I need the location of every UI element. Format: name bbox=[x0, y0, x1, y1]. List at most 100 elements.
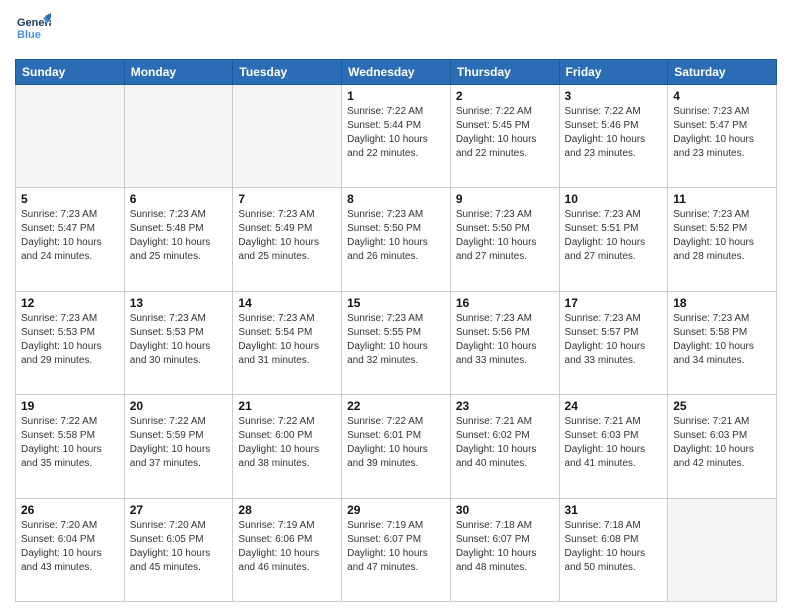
day-info: Sunrise: 7:23 AM Sunset: 5:50 PM Dayligh… bbox=[347, 208, 445, 264]
day-info: Sunrise: 7:23 AM Sunset: 5:49 PM Dayligh… bbox=[238, 208, 336, 264]
calendar-cell bbox=[124, 85, 233, 188]
day-number: 13 bbox=[130, 296, 228, 310]
day-number: 10 bbox=[565, 192, 663, 206]
calendar-week-row: 5Sunrise: 7:23 AM Sunset: 5:47 PM Daylig… bbox=[16, 188, 777, 291]
calendar-cell: 19 Sunrise: 7:22 AM Sunset: 5:58 PM Dayli… bbox=[16, 395, 125, 498]
calendar-day-header: Thursday bbox=[450, 60, 559, 85]
calendar-cell: 23 Sunrise: 7:21 AM Sunset: 6:02 PM Dayli… bbox=[450, 395, 559, 498]
calendar-cell: 14 Sunrise: 7:23 AM Sunset: 5:54 PM Dayli… bbox=[233, 291, 342, 394]
day-number: 14 bbox=[238, 296, 336, 310]
calendar-cell: 5Sunrise: 7:23 AM Sunset: 5:47 PM Daylig… bbox=[16, 188, 125, 291]
calendar-week-row: 1Sunrise: 7:22 AM Sunset: 5:44 PM Daylig… bbox=[16, 85, 777, 188]
day-info: Sunrise: 7:23 AM Sunset: 5:57 PM Dayligh… bbox=[565, 312, 663, 368]
calendar-cell: 13 Sunrise: 7:23 AM Sunset: 5:53 PM Dayli… bbox=[124, 291, 233, 394]
day-info: Sunrise: 7:21 AM Sunset: 6:03 PM Dayligh… bbox=[673, 415, 771, 471]
svg-text:Blue: Blue bbox=[17, 29, 41, 41]
calendar-cell: 15 Sunrise: 7:23 AM Sunset: 5:55 PM Dayli… bbox=[342, 291, 451, 394]
calendar-day-header: Saturday bbox=[668, 60, 777, 85]
day-info: Sunrise: 7:23 AM Sunset: 5:54 PM Dayligh… bbox=[238, 312, 336, 368]
calendar-cell bbox=[233, 85, 342, 188]
day-info: Sunrise: 7:19 AM Sunset: 6:06 PM Dayligh… bbox=[238, 519, 336, 575]
day-number: 27 bbox=[130, 503, 228, 517]
day-info: Sunrise: 7:22 AM Sunset: 5:58 PM Dayligh… bbox=[21, 415, 119, 471]
day-info: Sunrise: 7:20 AM Sunset: 6:05 PM Dayligh… bbox=[130, 519, 228, 575]
day-number: 29 bbox=[347, 503, 445, 517]
calendar-cell: 10 Sunrise: 7:23 AM Sunset: 5:51 PM Dayli… bbox=[559, 188, 668, 291]
calendar-cell: 9 Sunrise: 7:23 AM Sunset: 5:50 PM Daylig… bbox=[450, 188, 559, 291]
day-info: Sunrise: 7:23 AM Sunset: 5:53 PM Dayligh… bbox=[21, 312, 119, 368]
day-info: Sunrise: 7:18 AM Sunset: 6:07 PM Dayligh… bbox=[456, 519, 554, 575]
calendar-day-header: Sunday bbox=[16, 60, 125, 85]
day-number: 1 bbox=[347, 89, 445, 103]
day-number: 28 bbox=[238, 503, 336, 517]
calendar-cell: 20 Sunrise: 7:22 AM Sunset: 5:59 PM Dayli… bbox=[124, 395, 233, 498]
day-number: 30 bbox=[456, 503, 554, 517]
day-info: Sunrise: 7:22 AM Sunset: 6:00 PM Dayligh… bbox=[238, 415, 336, 471]
header: General Blue bbox=[15, 10, 777, 51]
calendar-day-header: Friday bbox=[559, 60, 668, 85]
calendar-cell: 18 Sunrise: 7:23 AM Sunset: 5:58 PM Dayli… bbox=[668, 291, 777, 394]
day-number: 18 bbox=[673, 296, 771, 310]
calendar-cell bbox=[16, 85, 125, 188]
day-info: Sunrise: 7:21 AM Sunset: 6:02 PM Dayligh… bbox=[456, 415, 554, 471]
page: General Blue SundayMondayTuesdayWednesda… bbox=[0, 0, 792, 612]
day-info: Sunrise: 7:22 AM Sunset: 5:59 PM Dayligh… bbox=[130, 415, 228, 471]
calendar-day-header: Monday bbox=[124, 60, 233, 85]
calendar-week-row: 19 Sunrise: 7:22 AM Sunset: 5:58 PM Dayli… bbox=[16, 395, 777, 498]
day-number: 11 bbox=[673, 192, 771, 206]
calendar-cell: 22Sunrise: 7:22 AM Sunset: 6:01 PM Dayli… bbox=[342, 395, 451, 498]
day-info: Sunrise: 7:22 AM Sunset: 5:46 PM Dayligh… bbox=[565, 105, 663, 161]
calendar-week-row: 12 Sunrise: 7:23 AM Sunset: 5:53 PM Dayli… bbox=[16, 291, 777, 394]
calendar-cell: 3 Sunrise: 7:22 AM Sunset: 5:46 PM Daylig… bbox=[559, 85, 668, 188]
calendar-cell: 24 Sunrise: 7:21 AM Sunset: 6:03 PM Dayli… bbox=[559, 395, 668, 498]
day-number: 17 bbox=[565, 296, 663, 310]
day-info: Sunrise: 7:23 AM Sunset: 5:50 PM Dayligh… bbox=[456, 208, 554, 264]
calendar-header-row: SundayMondayTuesdayWednesdayThursdayFrid… bbox=[16, 60, 777, 85]
day-number: 12 bbox=[21, 296, 119, 310]
day-info: Sunrise: 7:23 AM Sunset: 5:48 PM Dayligh… bbox=[130, 208, 228, 264]
day-number: 8 bbox=[347, 192, 445, 206]
calendar-cell: 31Sunrise: 7:18 AM Sunset: 6:08 PM Dayli… bbox=[559, 498, 668, 601]
calendar-cell: 4Sunrise: 7:23 AM Sunset: 5:47 PM Daylig… bbox=[668, 85, 777, 188]
day-info: Sunrise: 7:23 AM Sunset: 5:56 PM Dayligh… bbox=[456, 312, 554, 368]
day-info: Sunrise: 7:23 AM Sunset: 5:53 PM Dayligh… bbox=[130, 312, 228, 368]
day-info: Sunrise: 7:18 AM Sunset: 6:08 PM Dayligh… bbox=[565, 519, 663, 575]
calendar-cell: 29 Sunrise: 7:19 AM Sunset: 6:07 PM Dayli… bbox=[342, 498, 451, 601]
day-number: 5 bbox=[21, 192, 119, 206]
logo: General Blue bbox=[15, 10, 51, 51]
day-info: Sunrise: 7:23 AM Sunset: 5:55 PM Dayligh… bbox=[347, 312, 445, 368]
day-info: Sunrise: 7:23 AM Sunset: 5:52 PM Dayligh… bbox=[673, 208, 771, 264]
day-info: Sunrise: 7:22 AM Sunset: 5:45 PM Dayligh… bbox=[456, 105, 554, 161]
day-number: 3 bbox=[565, 89, 663, 103]
day-info: Sunrise: 7:23 AM Sunset: 5:51 PM Dayligh… bbox=[565, 208, 663, 264]
day-number: 20 bbox=[130, 399, 228, 413]
day-number: 15 bbox=[347, 296, 445, 310]
day-number: 16 bbox=[456, 296, 554, 310]
calendar-day-header: Wednesday bbox=[342, 60, 451, 85]
day-number: 21 bbox=[238, 399, 336, 413]
calendar-cell: 1Sunrise: 7:22 AM Sunset: 5:44 PM Daylig… bbox=[342, 85, 451, 188]
calendar-cell: 25 Sunrise: 7:21 AM Sunset: 6:03 PM Dayli… bbox=[668, 395, 777, 498]
day-number: 23 bbox=[456, 399, 554, 413]
calendar-cell: 16 Sunrise: 7:23 AM Sunset: 5:56 PM Dayli… bbox=[450, 291, 559, 394]
day-info: Sunrise: 7:23 AM Sunset: 5:58 PM Dayligh… bbox=[673, 312, 771, 368]
day-number: 19 bbox=[21, 399, 119, 413]
calendar-cell: 6 Sunrise: 7:23 AM Sunset: 5:48 PM Daylig… bbox=[124, 188, 233, 291]
calendar-cell: 26Sunrise: 7:20 AM Sunset: 6:04 PM Dayli… bbox=[16, 498, 125, 601]
logo-icon: General Blue bbox=[15, 10, 51, 46]
day-number: 26 bbox=[21, 503, 119, 517]
day-number: 9 bbox=[456, 192, 554, 206]
calendar-cell: 17 Sunrise: 7:23 AM Sunset: 5:57 PM Dayli… bbox=[559, 291, 668, 394]
day-number: 25 bbox=[673, 399, 771, 413]
day-number: 6 bbox=[130, 192, 228, 206]
day-info: Sunrise: 7:21 AM Sunset: 6:03 PM Dayligh… bbox=[565, 415, 663, 471]
calendar-day-header: Tuesday bbox=[233, 60, 342, 85]
day-number: 24 bbox=[565, 399, 663, 413]
calendar-cell: 8 Sunrise: 7:23 AM Sunset: 5:50 PM Daylig… bbox=[342, 188, 451, 291]
calendar-cell: 11 Sunrise: 7:23 AM Sunset: 5:52 PM Dayli… bbox=[668, 188, 777, 291]
calendar-cell: 30 Sunrise: 7:18 AM Sunset: 6:07 PM Dayli… bbox=[450, 498, 559, 601]
day-info: Sunrise: 7:19 AM Sunset: 6:07 PM Dayligh… bbox=[347, 519, 445, 575]
day-number: 4 bbox=[673, 89, 771, 103]
day-info: Sunrise: 7:22 AM Sunset: 6:01 PM Dayligh… bbox=[347, 415, 445, 471]
calendar-cell bbox=[668, 498, 777, 601]
